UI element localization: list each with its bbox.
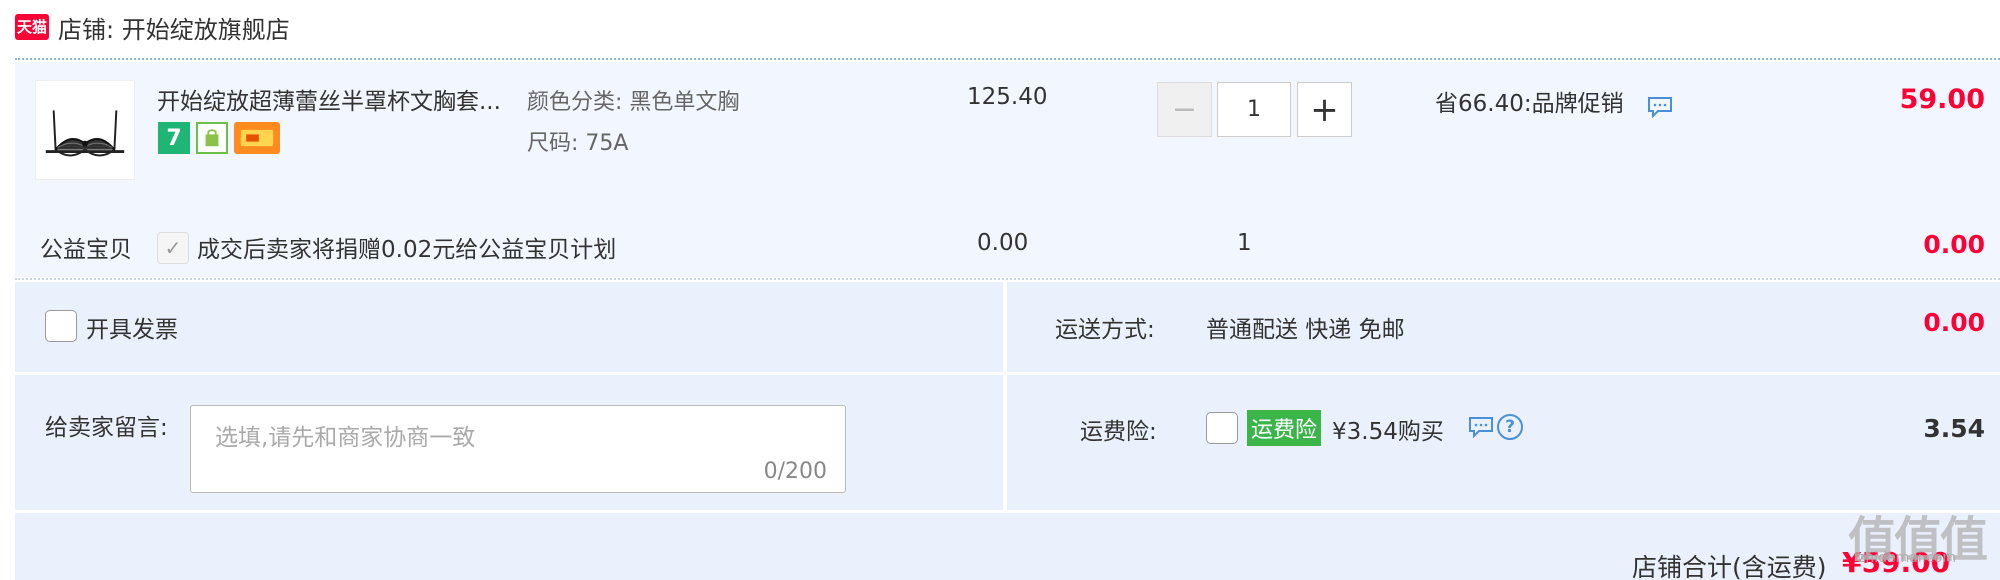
chat-bubble-icon[interactable] <box>1647 96 1673 118</box>
order-item-row: 开始绽放超薄蕾丝半罩杯文胸套... 7 颜色分类: 黑色单文胸 尺码: 75A … <box>15 62 2000 277</box>
charity-label: 公益宝贝 <box>40 237 132 263</box>
insurance-tag: 运费险 <box>1247 410 1322 446</box>
shipping-label: 运送方式: <box>1055 317 1155 343</box>
seller-message-input[interactable]: 选填,请先和商家协商一致 0/200 <box>190 405 846 493</box>
charity-price: 0.00 <box>977 230 1029 256</box>
message-char-count: 0/200 <box>763 459 827 484</box>
quantity-decrease-button[interactable]: − <box>1157 82 1212 137</box>
quantity-increase-button[interactable]: + <box>1297 82 1352 137</box>
unit-price: 125.40 <box>967 84 1048 110</box>
insurance-price: ¥3.54购买 <box>1332 419 1444 445</box>
shop-name-link[interactable]: 店铺: 开始绽放旗舰店 <box>58 10 290 45</box>
sku-size: 尺码: 75A <box>527 131 629 156</box>
shipping-fee: 0.00 <box>1923 308 1985 337</box>
bra-product-image[interactable] <box>35 80 135 180</box>
invoice-checkbox[interactable] <box>45 310 77 342</box>
bag-icon[interactable] <box>196 122 228 154</box>
insurance-fee: 3.54 <box>1923 414 1985 443</box>
chat-bubble-icon[interactable] <box>1468 416 1494 438</box>
item-subtotal: 59.00 <box>1899 84 1985 115</box>
card-icon[interactable] <box>234 122 280 154</box>
charity-checkbox[interactable]: ✓ <box>157 232 189 264</box>
charity-text: 成交后卖家将捐赠0.02元给公益宝贝计划 <box>197 237 617 263</box>
quantity-input[interactable]: 1 <box>1217 82 1291 137</box>
message-label: 给卖家留言: <box>45 415 168 441</box>
shipping-panel <box>1007 282 2000 372</box>
help-icon[interactable]: ? <box>1497 414 1523 440</box>
charity-quantity: 1 <box>1237 230 1252 256</box>
service-badges: 7 <box>158 122 280 156</box>
shipping-method: 普通配送 快递 免邮 <box>1206 317 1405 343</box>
message-placeholder: 选填,请先和商家协商一致 <box>215 425 476 451</box>
insurance-label: 运费险: <box>1080 419 1157 445</box>
insurance-checkbox[interactable] <box>1206 412 1238 444</box>
shop-total-label: 店铺合计(含运费) <box>1632 553 1827 580</box>
header-divider <box>15 58 2000 60</box>
site-watermark-url: zhidemai.com <box>1858 550 1957 566</box>
invoice-label[interactable]: 开具发票 <box>86 310 178 344</box>
section-divider <box>15 278 2000 280</box>
site-watermark: 值值值 <box>1848 512 1988 568</box>
sku-color: 颜色分类: 黑色单文胸 <box>527 90 740 115</box>
product-title-link[interactable]: 开始绽放超薄蕾丝半罩杯文胸套... <box>157 82 501 116</box>
seven-day-return-icon[interactable]: 7 <box>158 122 190 154</box>
tmall-logo: 天猫 <box>15 14 49 40</box>
charity-subtotal: 0.00 <box>1923 230 1985 259</box>
discount-text: 省66.40:品牌促销 <box>1435 91 1624 117</box>
